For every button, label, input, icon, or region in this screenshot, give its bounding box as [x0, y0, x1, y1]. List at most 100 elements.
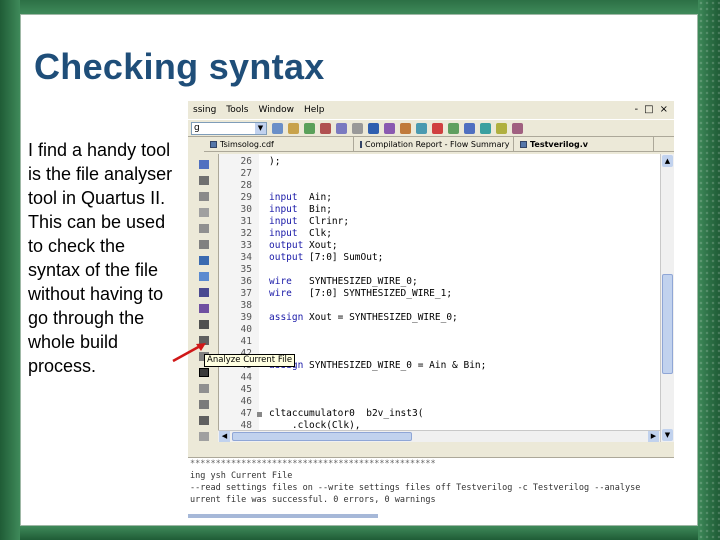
play-icon[interactable] [368, 122, 379, 134]
menu-processing[interactable]: ssing [188, 105, 221, 115]
chip-planner-icon[interactable] [496, 122, 507, 134]
code-line: 47 cltaccumulator0 b2v_inst3( [219, 408, 424, 420]
toolbar: g ▼ [188, 119, 674, 137]
report-icon [360, 140, 362, 148]
line-number: 36 [240, 276, 252, 287]
wrap-icon[interactable] [199, 400, 209, 409]
scroll-up-icon[interactable]: ▲ [662, 155, 673, 167]
tab-cdf[interactable]: Tsimsolog.cdf [204, 137, 354, 151]
line-number: 28 [240, 180, 252, 191]
project-combo[interactable]: g ▼ [191, 121, 267, 135]
document-tabs: Tsimsolog.cdf Compilation Report - Flow … [204, 137, 674, 152]
restore-icon[interactable]: □ [644, 104, 653, 115]
line-number: 41 [240, 336, 252, 347]
menu-window[interactable]: Window [253, 105, 299, 115]
goto-line-icon[interactable] [199, 304, 209, 313]
minimize-icon[interactable]: - [635, 104, 639, 115]
line-number: 35 [240, 264, 252, 275]
quartus-screenshot: ssing Tools Window Help - □ × g ▼ Tsimso… [188, 101, 674, 522]
fitter-icon[interactable] [400, 122, 411, 134]
tab-label: Compilation Report - Flow Summary [365, 139, 510, 149]
line-number: 39 [240, 312, 252, 323]
increase-indent-icon[interactable] [199, 240, 209, 249]
horizontal-scrollbar[interactable]: ◀ ▶ [218, 430, 660, 442]
scroll-right-icon[interactable]: ▶ [648, 431, 659, 442]
keyword: input [269, 204, 298, 215]
code-line: 30 input Bin; [219, 204, 332, 216]
tab-compilation-report[interactable]: Compilation Report - Flow Summary [354, 137, 514, 151]
analysis-icon[interactable] [384, 122, 395, 134]
close-icon[interactable]: × [660, 104, 668, 115]
menu-bar: ssing Tools Window Help - □ × [188, 101, 674, 118]
rtl-viewer-icon[interactable] [464, 122, 475, 134]
scroll-thumb[interactable] [232, 432, 412, 441]
line-number: 40 [240, 324, 252, 335]
line-number: 33 [240, 240, 252, 251]
code-line: 39 assign Xout = SYNTHESIZED_WIRE_0; [219, 312, 458, 324]
line-number: 47 [240, 408, 252, 419]
report-icon[interactable] [448, 122, 459, 134]
collapse-marker-icon[interactable] [257, 412, 262, 417]
tab-testverilog[interactable]: Testverilog.v [514, 137, 654, 151]
frame-bottom [0, 526, 720, 540]
bookmark-icon[interactable] [199, 256, 209, 265]
code-line: 38 [219, 300, 252, 312]
code-line: 44 [219, 372, 252, 384]
code-line: 35 [219, 264, 252, 276]
analyze-tooltip: Analyze Current File [204, 354, 296, 367]
code-line: 33 output Xout; [219, 240, 338, 252]
uncomment-icon[interactable] [199, 224, 209, 233]
verilog-file-icon [520, 140, 527, 148]
settings-icon[interactable] [272, 122, 283, 134]
line-number: 31 [240, 216, 252, 227]
keyword: wire [269, 276, 292, 287]
code-text: input Ain; [269, 192, 332, 203]
line-number: 38 [240, 300, 252, 311]
keyword: assign [269, 312, 304, 323]
code-line: 31 input Clrinr; [219, 216, 350, 228]
chip-icon[interactable] [320, 122, 331, 134]
code-editor[interactable]: 26); 27 28 29 input Ain; 30 input Bin; 31 input … [218, 154, 660, 430]
comment-icon[interactable] [199, 208, 209, 217]
console-scrollbar[interactable] [188, 514, 378, 518]
vertical-scrollbar[interactable]: ▲ ▼ [660, 154, 674, 442]
open-icon[interactable] [199, 160, 209, 169]
template-icon[interactable] [199, 320, 209, 329]
pointer-arrow-icon [172, 343, 206, 363]
programmer-icon[interactable] [432, 122, 443, 134]
arrow-right-icon[interactable] [199, 416, 209, 425]
timing-icon[interactable] [416, 122, 427, 134]
simulator-icon[interactable] [480, 122, 491, 134]
scroll-thumb[interactable] [662, 274, 673, 374]
assignment-icon[interactable] [288, 122, 299, 134]
keyword: output [269, 252, 304, 263]
toggle-icon[interactable] [199, 384, 209, 393]
code-text: .clock(Clk), [269, 420, 361, 430]
code-text: output Xout; [269, 240, 338, 251]
line-number: 30 [240, 204, 252, 215]
code-text: input Clrinr; [269, 216, 350, 227]
menu-tools[interactable]: Tools [221, 105, 253, 115]
pin-planner-icon[interactable] [304, 122, 315, 134]
netlist-icon[interactable] [336, 122, 347, 134]
code-line: 36 wire SYNTHESIZED_WIRE_0; [219, 276, 418, 288]
project-combo-value: g [194, 122, 200, 133]
print-icon[interactable] [199, 176, 209, 185]
keyword: output [269, 240, 304, 251]
find-icon[interactable] [199, 272, 209, 281]
indent-icon[interactable] [199, 192, 209, 201]
menu-help[interactable]: Help [299, 105, 330, 115]
chevron-down-icon[interactable]: ▼ [255, 122, 266, 134]
line-number: 44 [240, 372, 252, 383]
line-number: 37 [240, 288, 252, 299]
code-text: input Clk; [269, 228, 332, 239]
stop-icon[interactable] [352, 122, 363, 134]
help-icon[interactable] [512, 122, 523, 134]
line-icon[interactable] [199, 432, 209, 441]
scroll-left-icon[interactable]: ◀ [219, 431, 230, 442]
code-text: assign Xout = SYNTHESIZED_WIRE_0; [269, 312, 458, 323]
replace-icon[interactable] [199, 288, 209, 297]
analyze-current-file-icon[interactable] [199, 368, 209, 377]
scroll-down-icon[interactable]: ▼ [662, 429, 673, 441]
keyword: input [269, 192, 298, 203]
